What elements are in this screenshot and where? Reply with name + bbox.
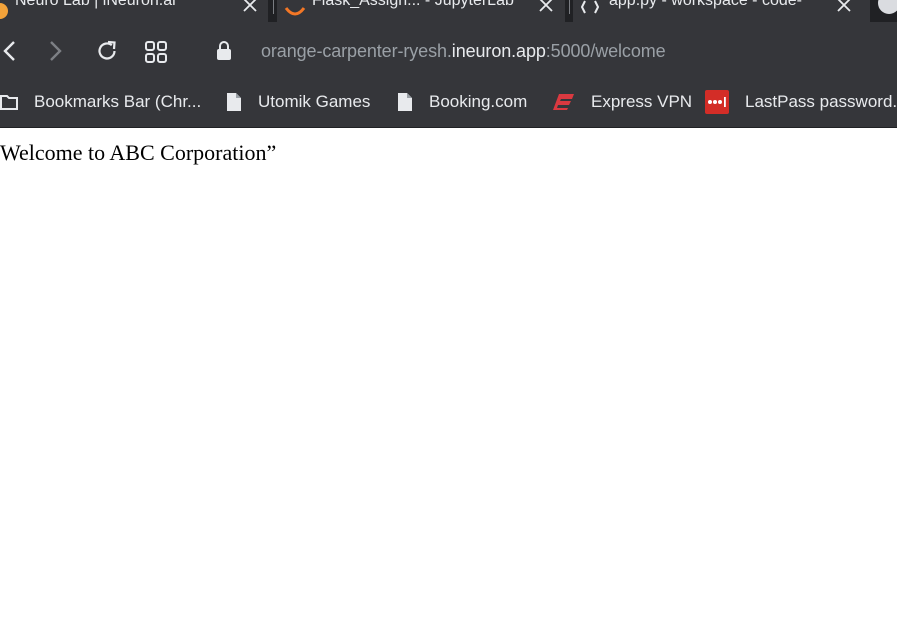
url-host: ineuron.app	[451, 41, 546, 61]
lock-icon[interactable]	[215, 40, 233, 62]
jupyter-icon	[284, 7, 306, 16]
folder-icon	[0, 95, 18, 110]
bookmark-label: LastPass password...	[745, 92, 897, 111]
reload-icon[interactable]	[95, 39, 119, 63]
apps-grid-icon[interactable]	[144, 40, 168, 64]
address-bar[interactable]: orange-carpenter-ryesh.ineuron.app:5000/…	[261, 39, 666, 63]
bookmark-label: Express VPN	[591, 92, 693, 111]
tab-neuro-lab[interactable]: Neuro Lab | iNeuron.ai	[0, 0, 268, 22]
bookmarks-bar: Bookmarks Bar (Chr... Utomik Games Booki…	[0, 78, 897, 128]
tab-separator	[273, 0, 274, 14]
close-icon[interactable]	[539, 0, 553, 12]
tab-title: Neuro Lab | iNeuron.ai	[15, 0, 176, 9]
tab-title: app.py - workspace - code-	[609, 0, 802, 9]
ineuron-favicon-icon	[0, 3, 8, 19]
close-icon[interactable]	[243, 0, 257, 12]
bookmark-lastpass[interactable]: LastPass password...	[705, 90, 897, 114]
tab-jupyterlab[interactable]: Flask_Assign... - JupyterLab	[277, 0, 565, 22]
profile-avatar[interactable]	[878, 0, 897, 14]
url-path: :5000/welcome	[545, 41, 666, 61]
bookmark-folder-bar[interactable]: Bookmarks Bar (Chr...	[0, 90, 201, 114]
bookmark-booking[interactable]: Booking.com	[397, 90, 527, 114]
bookmark-utomik-games[interactable]: Utomik Games	[226, 90, 370, 114]
lastpass-icon	[705, 90, 729, 114]
bookmark-express-vpn[interactable]: Express VPN	[553, 90, 692, 114]
tab-separator	[569, 0, 570, 14]
bookmark-label: Utomik Games	[258, 92, 371, 111]
code-server-icon	[581, 0, 599, 14]
welcome-message: Welcome to ABC Corporation”	[0, 140, 277, 165]
page-icon	[398, 93, 412, 111]
close-icon[interactable]	[837, 0, 851, 12]
page-icon	[227, 93, 241, 111]
tab-strip: Neuro Lab | iNeuron.ai Flask_Assign... -…	[0, 0, 897, 22]
forward-arrow-icon[interactable]	[49, 40, 63, 62]
url-prefix: orange-carpenter-ryesh.	[261, 41, 452, 61]
tab-code-server[interactable]: app.py - workspace - code-	[573, 0, 870, 22]
expressvpn-icon	[553, 94, 574, 110]
bookmark-label: Booking.com	[429, 92, 528, 111]
tab-title: Flask_Assign... - JupyterLab	[312, 0, 514, 9]
browser-toolbar: orange-carpenter-ryesh.ineuron.app:5000/…	[0, 22, 897, 78]
bookmark-label: Bookmarks Bar (Chr...	[34, 92, 202, 111]
back-arrow-icon[interactable]	[2, 40, 16, 62]
